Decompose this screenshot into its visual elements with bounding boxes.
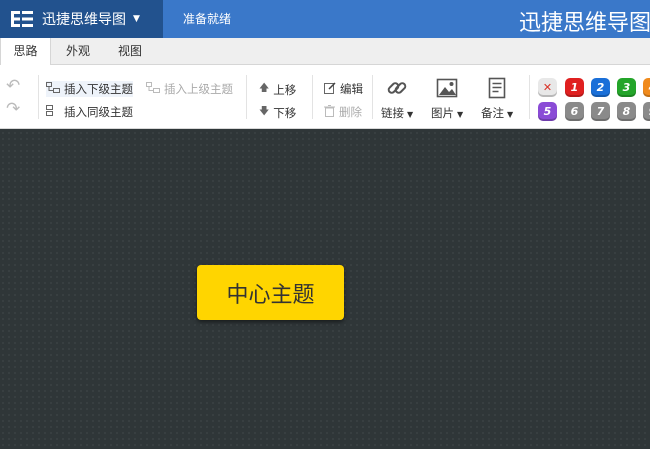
tab-bar: 思路 外观 视图 xyxy=(0,38,650,66)
arrow-up-icon: 🡅 xyxy=(259,83,270,94)
chevron-down-icon: ▼ xyxy=(457,110,464,119)
status-text: 准备就绪 xyxy=(183,12,232,26)
note-label: 备注 xyxy=(481,106,504,120)
insert-parent-topic-button[interactable]: 插入上级主题 xyxy=(146,81,233,97)
insert-parent-label: 插入上级主题 xyxy=(164,82,233,96)
tab-view[interactable]: 视图 xyxy=(108,38,152,65)
insert-child-icon xyxy=(46,82,60,96)
tab-appearance[interactable]: 外观 xyxy=(56,38,100,65)
priority-1-button[interactable]: 1 xyxy=(565,78,584,97)
edit-button[interactable]: 编辑 xyxy=(324,81,363,97)
title-bar: 迅捷思维导图 ▼ 准备就绪 迅捷思维导图 xyxy=(0,0,650,38)
edit-label: 编辑 xyxy=(340,82,363,96)
trash-icon xyxy=(324,104,335,120)
divider xyxy=(38,75,39,119)
divider xyxy=(246,75,247,119)
chevron-down-icon: ▼ xyxy=(407,110,414,119)
delete-button[interactable]: 删除 xyxy=(324,104,362,120)
central-topic-node[interactable]: 中心主题 xyxy=(197,265,344,320)
priority-5-button[interactable]: 5 xyxy=(538,102,557,121)
undo-icon: ↶ xyxy=(6,76,21,96)
priority-7-button[interactable]: 7 xyxy=(591,102,610,121)
image-label: 图片 xyxy=(431,106,454,120)
move-up-label: 上移 xyxy=(273,82,297,97)
edit-icon xyxy=(324,81,336,97)
redo-icon: ↷ xyxy=(6,99,21,119)
image-icon xyxy=(436,77,458,102)
insert-sibling-label: 插入同级主题 xyxy=(64,105,133,119)
insert-child-topic-button[interactable]: 插入下级主题 xyxy=(46,81,133,97)
insert-child-label: 插入下级主题 xyxy=(64,82,133,96)
note-icon xyxy=(486,77,508,102)
divider xyxy=(312,75,313,119)
link-label: 链接 xyxy=(381,106,404,120)
insert-sibling-icon xyxy=(46,105,60,119)
ribbon-toolbar: ↶ ↷ 插入下级主题 插入上级主题 插入同级主题 🡅 上移 🡇 下移 编辑 删除… xyxy=(0,65,650,129)
link-button[interactable]: 链接 ▼ xyxy=(381,77,413,121)
insert-sibling-topic-button[interactable]: 插入同级主题 xyxy=(46,104,133,120)
divider xyxy=(529,75,530,119)
undo-button[interactable]: ↶ xyxy=(6,76,20,96)
priority-9-button[interactable]: 9 xyxy=(643,102,650,121)
brand-title: 迅捷思维导图 xyxy=(519,11,650,36)
move-up-button[interactable]: 🡅 上移 xyxy=(259,81,296,98)
priority-4-button[interactable]: 4 xyxy=(643,78,650,97)
tab-thinking[interactable]: 思路 xyxy=(0,38,51,66)
redo-button[interactable]: ↷ xyxy=(6,99,20,119)
note-button[interactable]: 备注 ▼ xyxy=(481,77,513,121)
link-icon xyxy=(386,77,408,102)
move-down-button[interactable]: 🡇 下移 xyxy=(259,104,296,121)
insert-parent-icon xyxy=(146,82,160,96)
image-button[interactable]: 图片 ▼ xyxy=(431,77,463,121)
priority-8-button[interactable]: 8 xyxy=(617,102,636,121)
app-name: 迅捷思维导图 xyxy=(42,12,126,28)
priority-remove-button[interactable]: ✕ xyxy=(538,78,557,97)
arrow-down-icon: 🡇 xyxy=(259,106,270,117)
priority-3-button[interactable]: 3 xyxy=(617,78,636,97)
chevron-down-icon: ▼ xyxy=(133,14,140,24)
app-menu-button[interactable]: 迅捷思维导图 ▼ xyxy=(0,0,163,38)
delete-label: 删除 xyxy=(339,105,362,119)
move-down-label: 下移 xyxy=(273,105,297,120)
app-logo-icon xyxy=(10,9,34,29)
chevron-down-icon: ▼ xyxy=(507,110,514,119)
priority-6-button[interactable]: 6 xyxy=(565,102,584,121)
divider xyxy=(372,75,373,119)
priority-2-button[interactable]: 2 xyxy=(591,78,610,97)
